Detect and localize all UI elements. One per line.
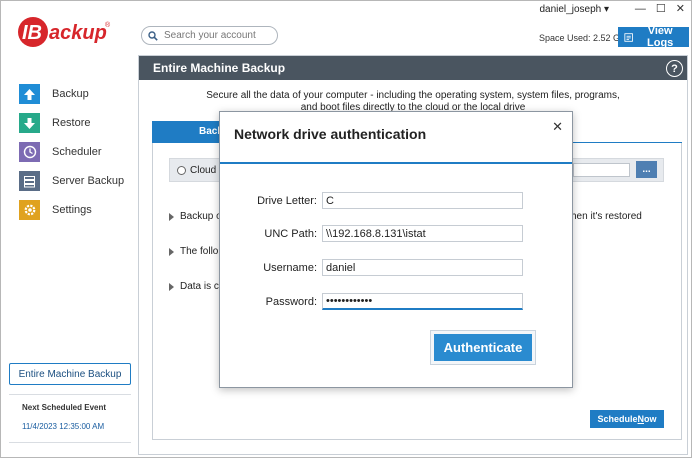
server-icon [19,171,40,191]
entire-machine-backup-button[interactable]: Entire Machine Backup [9,363,131,385]
sidebar-item-label: Backup [52,88,89,100]
sidebar-divider [9,394,131,395]
unc-path-label: UNC Path: [264,227,317,240]
unc-path-row: UNC Path: [220,225,523,242]
app-window: daniel_joseph ▾ — ☐ ✕ IB ackup ® Space U… [0,0,692,458]
user-name: daniel_joseph [539,4,602,15]
destination-path-field[interactable] [573,163,630,177]
password-row: Password: [220,293,523,310]
drive-letter-row: Drive Letter: [220,192,523,209]
user-menu[interactable]: daniel_joseph ▾ [539,4,609,15]
bullet-text-tail: hen it's restored [571,211,642,222]
authenticate-button[interactable]: Authenticate [434,334,532,361]
expand-triangle-icon [169,212,174,221]
next-scheduled-value: 11/4/2023 12:35:00 AM [22,422,105,431]
network-auth-dialog: Network drive authentication ✕ Drive Let… [219,111,573,388]
description-line: Secure all the data of your computer - i… [206,90,620,101]
close-window-button[interactable]: ✕ [676,3,685,15]
view-logs-button[interactable]: View Logs [618,25,689,49]
panel-title: Entire Machine Backup [139,56,687,80]
sidebar-item-label: Restore [52,117,91,129]
browse-button[interactable]: ... [636,161,657,178]
expand-triangle-icon [169,247,174,256]
bullet-item[interactable]: Data is c [169,281,219,292]
help-icon[interactable]: ? [666,60,683,77]
sidebar-item-settings[interactable]: Settings [19,200,124,220]
expand-triangle-icon [169,282,174,291]
password-field[interactable] [322,293,523,310]
arrow-down-icon [19,113,40,133]
sidebar-item-scheduler[interactable]: Scheduler [19,142,124,162]
sidebar-item-server-backup[interactable]: Server Backup [19,171,124,191]
search-icon [148,30,158,41]
sidebar-item-label: Server Backup [52,175,125,187]
gear-icon [19,200,40,220]
username-field[interactable] [322,259,523,276]
sidebar-item-label: Scheduler [52,146,102,158]
dialog-separator [220,162,572,164]
search-box[interactable] [141,26,278,45]
sidebar-item-backup[interactable]: Backup [19,84,124,104]
sidebar-item-label: Settings [52,204,92,216]
username-row: Username: [220,259,523,276]
password-label: Password: [265,295,317,308]
bullet-text: The follo [180,246,219,257]
window-controls: — ☐ ✕ [635,3,685,15]
schedule-now-label: Schedule [597,414,638,424]
ibackup-logo: IB ackup ® [17,15,113,49]
tab-backup[interactable]: Backup [152,121,224,142]
sidebar-item-restore[interactable]: Restore [19,113,124,133]
authenticate-button-frame: Authenticate [430,330,536,365]
cloud-radio[interactable] [177,165,186,175]
maximize-button[interactable]: ☐ [656,3,666,15]
drive-letter-field[interactable] [322,192,523,209]
close-icon[interactable]: ✕ [552,119,563,135]
clock-icon [19,142,40,162]
sidebar-nav: Backup Restore Scheduler Server Backup S… [19,84,124,229]
logs-icon [624,32,633,42]
svg-text:®: ® [105,21,111,29]
username-label: Username: [263,261,317,274]
dialog-title: Network drive authentication [234,126,427,142]
bullet-text: Backup o [180,211,222,222]
sidebar-divider [9,442,131,443]
search-input[interactable] [162,29,272,42]
svg-text:ackup: ackup [49,22,107,44]
bullet-item[interactable]: Backup o [169,211,222,222]
drive-letter-label: Drive Letter: [257,194,317,207]
bullet-item[interactable]: The follo [169,246,218,257]
chevron-down-icon: ▾ [603,4,609,15]
space-used: Space Used: 2.52 GB [539,33,627,43]
schedule-now-button[interactable]: Schedule Now [590,410,664,428]
minimize-button[interactable]: — [635,3,646,15]
svg-text:IB: IB [22,22,42,44]
view-logs-label: View Logs [647,25,674,49]
bullet-text: Data is c [180,281,219,292]
schedule-now-label-end: ow [644,414,657,424]
next-scheduled-label: Next Scheduled Event [22,403,107,412]
unc-path-field[interactable] [322,225,523,242]
arrow-up-icon [19,84,40,104]
